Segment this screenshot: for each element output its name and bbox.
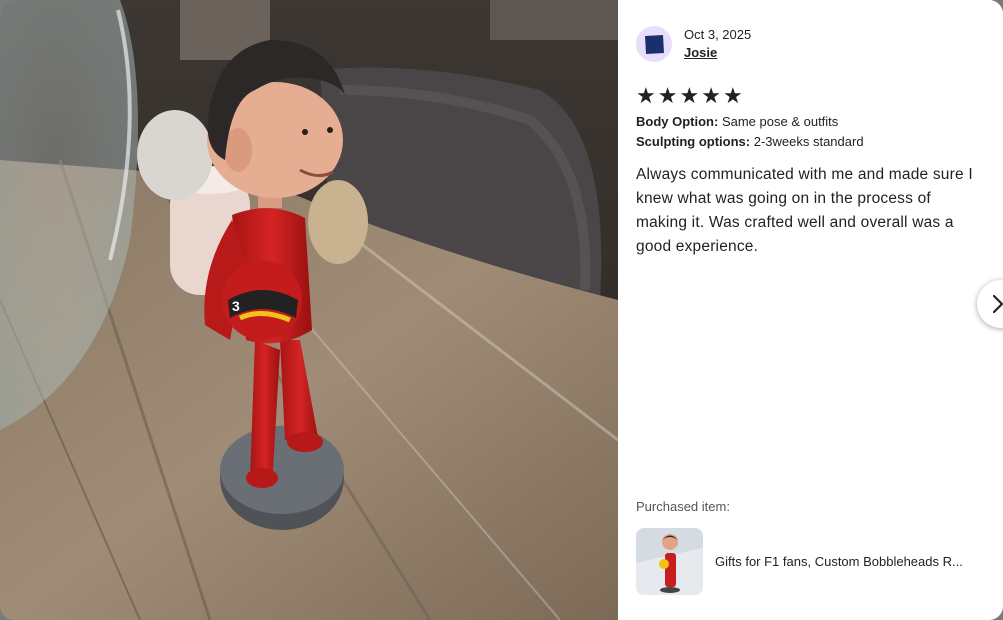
bobblehead-photo-image: 3 xyxy=(0,0,618,620)
svg-text:3: 3 xyxy=(232,298,240,314)
sculpting-option-value: 2-3weeks standard xyxy=(753,134,864,149)
star-icon: ★ xyxy=(701,83,721,108)
review-panel: Oct 3, 2025 Josie ★ ★ ★ ★ ★ Body Option:… xyxy=(618,0,1003,620)
purchased-item-label: Purchased item: xyxy=(636,499,730,514)
star-rating: ★ ★ ★ ★ ★ xyxy=(636,83,743,108)
purchased-item-link[interactable]: Gifts for F1 fans, Custom Bobbleheads R.… xyxy=(636,528,980,595)
review-text: Always communicated with me and made sur… xyxy=(636,166,973,255)
sculpting-option-label: Sculpting options: xyxy=(636,134,751,149)
user-avatar-icon xyxy=(645,35,664,54)
chevron-right-icon xyxy=(992,294,1003,314)
review-photo[interactable]: 3 xyxy=(0,0,618,620)
purchased-item-thumbnail xyxy=(636,528,703,595)
body-option-value: Same pose & outfits xyxy=(721,114,839,129)
star-icon: ★ xyxy=(657,83,678,108)
body-option-label: Body Option: xyxy=(636,114,719,129)
review-photo-modal: 3 Oct 3, 2025 Josie ★ ★ ★ ★ ★ Body Optio… xyxy=(0,0,1003,620)
reviewer-name-link[interactable]: Josie xyxy=(684,45,717,60)
star-icon: ★ xyxy=(722,83,743,108)
body-option: Body Option: Same pose & outfits xyxy=(636,114,838,129)
reviewer-avatar xyxy=(636,26,672,62)
purchased-item-title: Gifts for F1 fans, Custom Bobbleheads R.… xyxy=(715,554,963,569)
star-icon: ★ xyxy=(679,83,700,108)
product-thumbnail-image xyxy=(636,528,703,595)
sculpting-option: Sculpting options: 2-3weeks standard xyxy=(636,134,864,149)
star-icon: ★ xyxy=(636,83,656,108)
review-date: Oct 3, 2025 xyxy=(684,27,752,42)
